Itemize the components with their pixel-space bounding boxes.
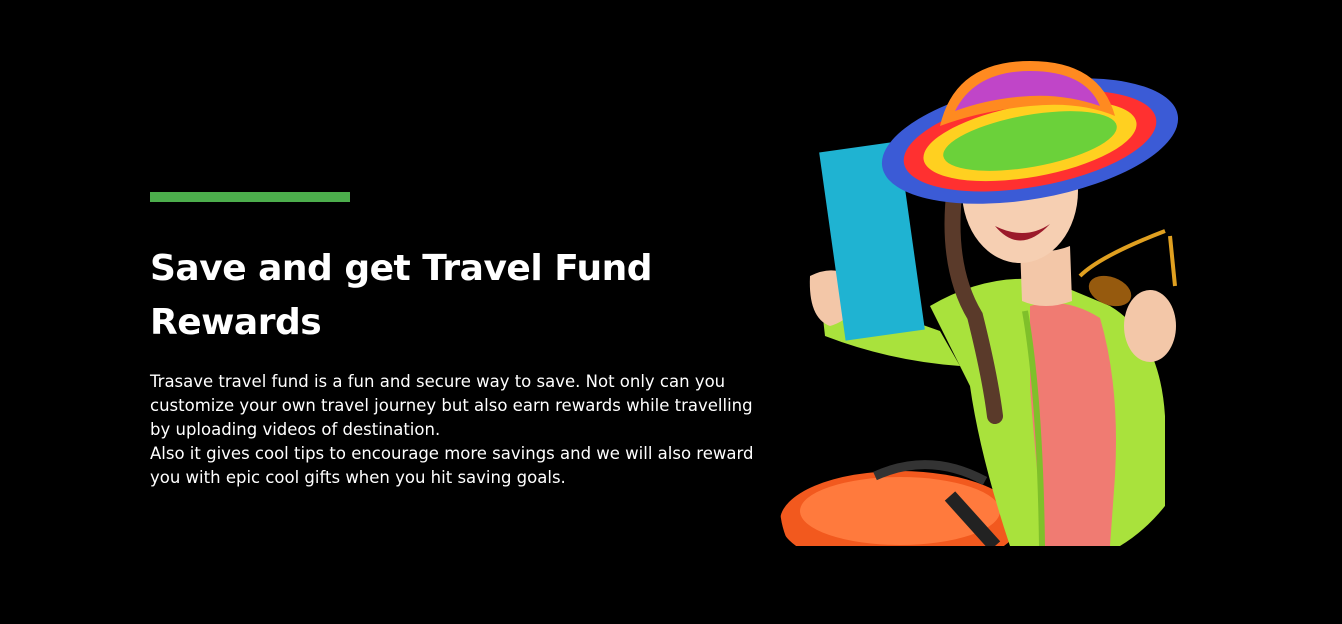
section-heading: Save and get Travel Fund Rewards bbox=[150, 248, 653, 343]
section-description: Trasave travel fund is a fun and secure … bbox=[150, 370, 760, 490]
accent-bar bbox=[150, 192, 350, 202]
traveler-woman-icon bbox=[780, 61, 1179, 546]
description-paragraph-2: Also it gives cool tips to encourage mor… bbox=[150, 444, 754, 487]
traveler-woman-image bbox=[780, 56, 1200, 546]
travel-fund-section: Save and get Travel Fund Rewards Trasave… bbox=[0, 0, 1342, 624]
description-paragraph-1: Trasave travel fund is a fun and secure … bbox=[150, 372, 753, 439]
